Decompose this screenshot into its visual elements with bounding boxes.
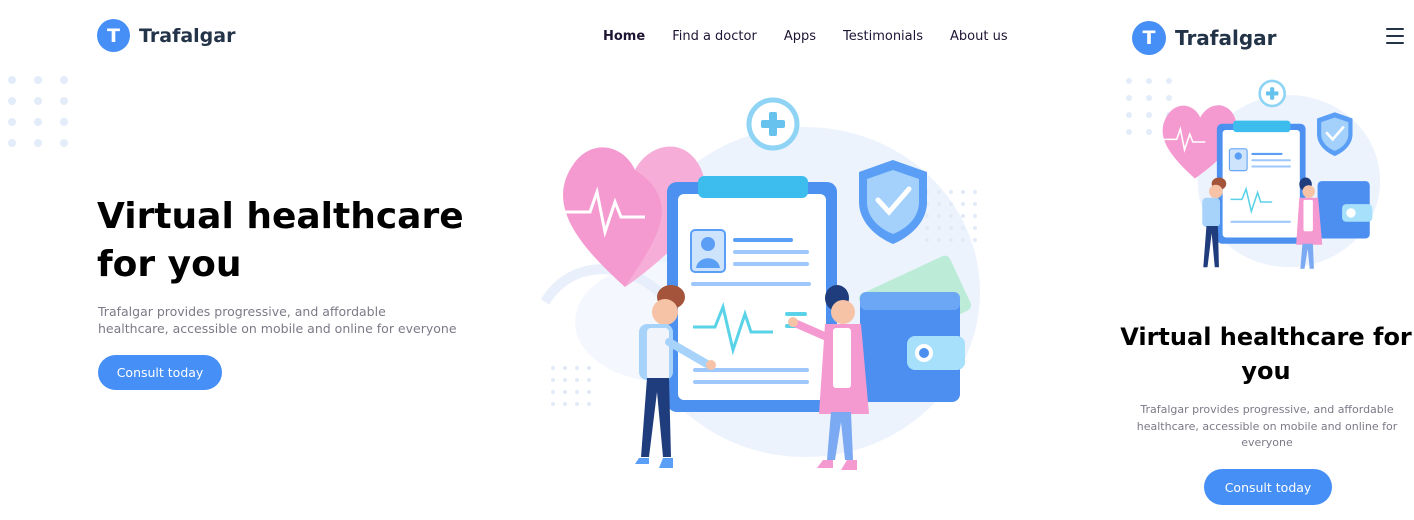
logo-icon: T	[97, 19, 130, 52]
hamburger-icon[interactable]	[1386, 28, 1404, 44]
mobile-logo-icon: T	[1132, 21, 1166, 55]
mobile-logo[interactable]: T Trafalgar	[1132, 21, 1277, 55]
mobile-view: T Trafalgar Virtual healthcare for you T…	[1118, 0, 1414, 520]
mobile-hero-title: Virtual healthcare for you	[1120, 323, 1412, 385]
nav-item-home[interactable]: Home	[603, 29, 645, 44]
main-nav: Home Find a doctor Apps Testimonials Abo…	[603, 29, 1008, 44]
consult-today-button[interactable]: Consult today	[98, 355, 222, 390]
hero-title: Virtual healthcare for you	[97, 193, 517, 289]
mobile-consult-today-button[interactable]: Consult today	[1204, 469, 1332, 505]
hero-description: Trafalgar provides progressive, and affo…	[98, 304, 457, 336]
logo[interactable]: T Trafalgar	[97, 19, 235, 52]
logo-text: Trafalgar	[139, 24, 236, 47]
nav-item-testimonials[interactable]: Testimonials	[843, 29, 923, 44]
mobile-logo-text: Trafalgar	[1175, 26, 1277, 50]
hero-title-line2: for you	[97, 244, 242, 285]
nav-item-about-us[interactable]: About us	[950, 29, 1008, 44]
mobile-hero-illustration	[1148, 76, 1388, 281]
dot-pattern-left	[8, 76, 68, 147]
mobile-hero-description: Trafalgar provides progressive, and affo…	[1136, 403, 1398, 449]
hero-title-line1: Virtual healthcare	[97, 196, 464, 237]
hero-illustration	[535, 92, 995, 482]
nav-item-apps[interactable]: Apps	[784, 29, 816, 44]
desktop-view: T Trafalgar Home Find a doctor Apps Test…	[0, 0, 1110, 520]
nav-item-find-a-doctor[interactable]: Find a doctor	[672, 29, 757, 44]
